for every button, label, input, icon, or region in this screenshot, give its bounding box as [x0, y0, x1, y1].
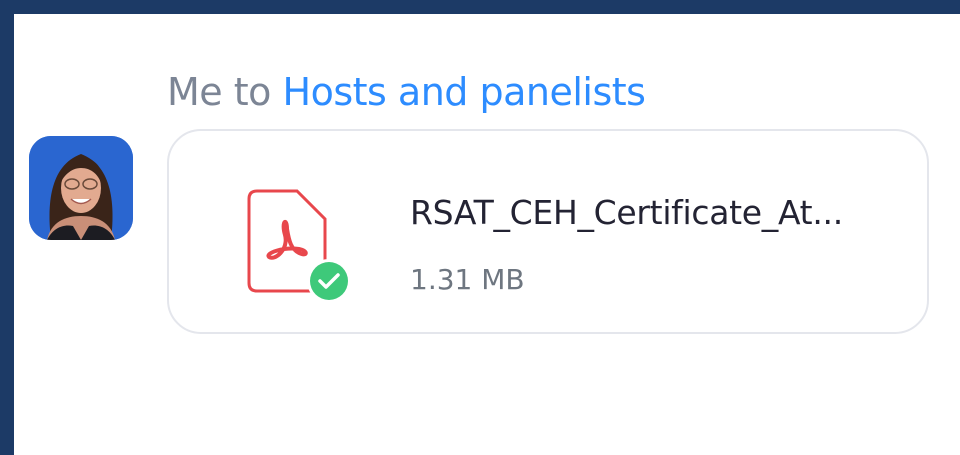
- message-header: Me to Hosts and panelists: [167, 68, 646, 116]
- pdf-icon: [247, 189, 351, 303]
- sender-name: Me: [167, 70, 223, 114]
- check-circle-icon: [310, 262, 348, 300]
- chat-panel: Me to Hosts and panelists RSAT_CEH_Certi…: [14, 14, 960, 455]
- avatar[interactable]: [29, 136, 133, 240]
- file-message-card[interactable]: RSAT_CEH_Certificate_At... 1.31 MB: [167, 129, 929, 334]
- avatar-image: [29, 136, 133, 240]
- sender-to-label: to: [233, 70, 272, 114]
- file-size: 1.31 MB: [410, 263, 525, 296]
- recipient-link[interactable]: Hosts and panelists: [283, 70, 646, 114]
- file-name[interactable]: RSAT_CEH_Certificate_At...: [410, 193, 843, 232]
- pdf-file-icon: [231, 177, 361, 307]
